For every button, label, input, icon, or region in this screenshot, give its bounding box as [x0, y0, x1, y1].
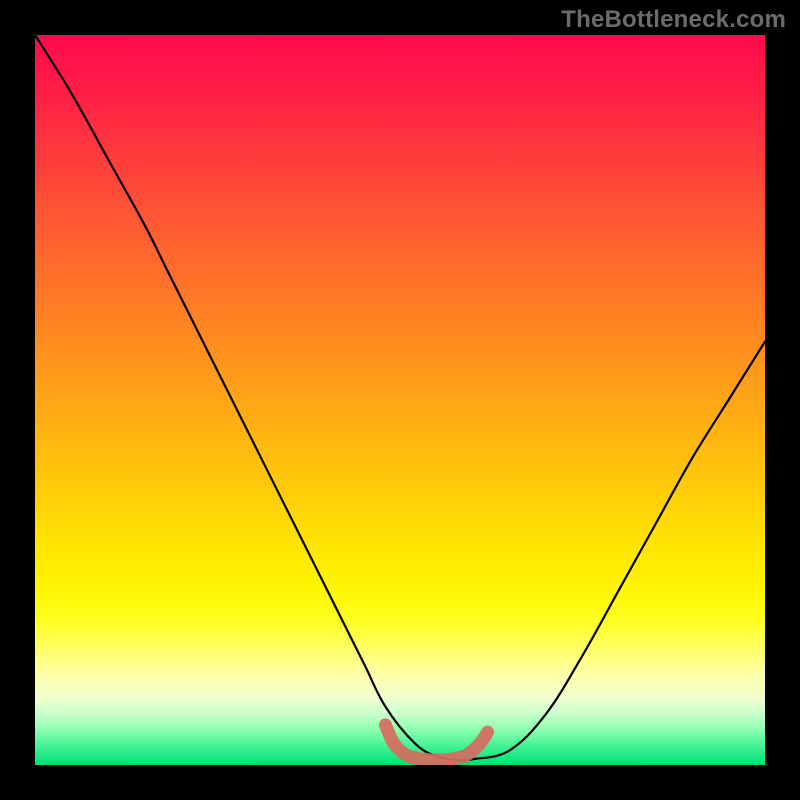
curve-layer: [35, 35, 765, 765]
plot-area: [35, 35, 765, 765]
black-curve: [35, 35, 765, 760]
chart-canvas: TheBottleneck.com: [0, 0, 800, 800]
salmon-valley-band: [385, 725, 487, 760]
watermark-text: TheBottleneck.com: [561, 6, 786, 34]
